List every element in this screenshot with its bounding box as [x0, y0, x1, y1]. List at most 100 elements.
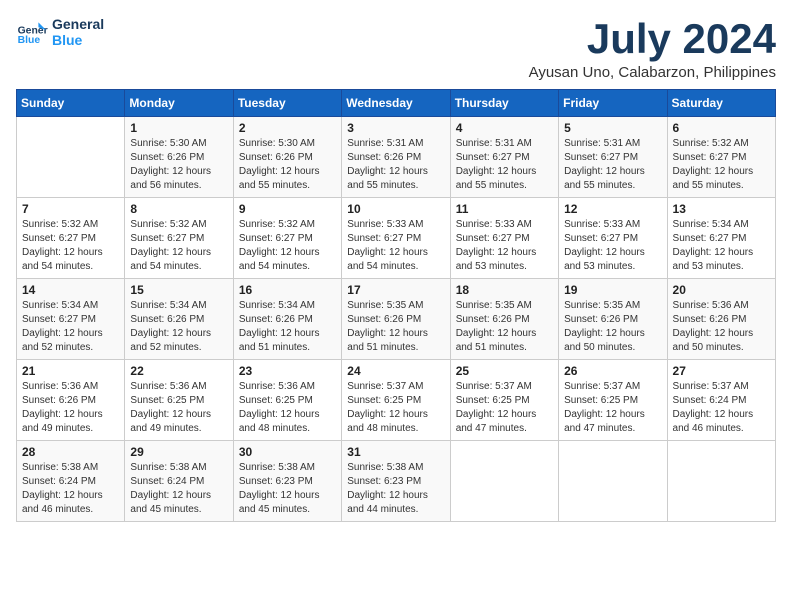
- day-info: Sunrise: 5:36 AM Sunset: 6:26 PM Dayligh…: [673, 299, 770, 355]
- day-info: Sunrise: 5:35 AM Sunset: 6:26 PM Dayligh…: [564, 299, 661, 355]
- day-info: Sunrise: 5:37 AM Sunset: 6:25 PM Dayligh…: [456, 380, 553, 436]
- week-row-2: 7 Sunrise: 5:32 AM Sunset: 6:27 PM Daylig…: [17, 198, 776, 279]
- day-info: Sunrise: 5:32 AM Sunset: 6:27 PM Dayligh…: [130, 218, 227, 274]
- day-number: 9: [239, 202, 336, 216]
- day-number: 28: [22, 445, 119, 459]
- day-cell: 15 Sunrise: 5:34 AM Sunset: 6:26 PM Dayli…: [125, 279, 233, 360]
- day-number: 8: [130, 202, 227, 216]
- month-title: July 2024: [529, 16, 776, 62]
- day-cell: 30 Sunrise: 5:38 AM Sunset: 6:23 PM Dayli…: [233, 441, 341, 522]
- day-number: 30: [239, 445, 336, 459]
- logo-blue: Blue: [52, 32, 104, 48]
- day-info: Sunrise: 5:31 AM Sunset: 6:27 PM Dayligh…: [564, 137, 661, 193]
- day-number: 3: [347, 121, 444, 135]
- day-info: Sunrise: 5:32 AM Sunset: 6:27 PM Dayligh…: [673, 137, 770, 193]
- day-cell: [559, 441, 667, 522]
- logo-icon: General Blue: [16, 16, 48, 48]
- header-tuesday: Tuesday: [233, 90, 341, 117]
- day-info: Sunrise: 5:38 AM Sunset: 6:23 PM Dayligh…: [239, 461, 336, 517]
- day-cell: 16Sunrise: 5:34 AM Sunset: 6:26 PM Dayli…: [233, 279, 341, 360]
- day-number: 1: [130, 121, 227, 135]
- day-cell: 25Sunrise: 5:37 AM Sunset: 6:25 PM Dayli…: [450, 360, 558, 441]
- header-wednesday: Wednesday: [342, 90, 450, 117]
- day-number: 23: [239, 364, 336, 378]
- day-cell: 11 Sunrise: 5:33 AM Sunset: 6:27 PM Dayli…: [450, 198, 558, 279]
- day-number: 7: [22, 202, 119, 216]
- day-cell: 28 Sunrise: 5:38 AM Sunset: 6:24 PM Dayli…: [17, 441, 125, 522]
- day-info: Sunrise: 5:36 AM Sunset: 6:25 PM Dayligh…: [130, 380, 227, 436]
- day-info: Sunrise: 5:37 AM Sunset: 6:24 PM Dayligh…: [673, 380, 770, 436]
- day-cell: 22 Sunrise: 5:36 AM Sunset: 6:25 PM Dayli…: [125, 360, 233, 441]
- header-friday: Friday: [559, 90, 667, 117]
- day-cell: 2 Sunrise: 5:30 AM Sunset: 6:26 PM Daylig…: [233, 117, 341, 198]
- day-number: 21: [22, 364, 119, 378]
- day-cell: 17Sunrise: 5:35 AM Sunset: 6:26 PM Dayli…: [342, 279, 450, 360]
- day-cell: 31Sunrise: 5:38 AM Sunset: 6:23 PM Dayli…: [342, 441, 450, 522]
- day-number: 29: [130, 445, 227, 459]
- day-cell: [17, 117, 125, 198]
- day-number: 2: [239, 121, 336, 135]
- day-info: Sunrise: 5:34 AM Sunset: 6:26 PM Dayligh…: [130, 299, 227, 355]
- day-info: Sunrise: 5:31 AM Sunset: 6:26 PM Dayligh…: [347, 137, 444, 193]
- day-number: 13: [673, 202, 770, 216]
- day-number: 22: [130, 364, 227, 378]
- day-info: Sunrise: 5:33 AM Sunset: 6:27 PM Dayligh…: [347, 218, 444, 274]
- day-cell: 24 Sunrise: 5:37 AM Sunset: 6:25 PM Dayli…: [342, 360, 450, 441]
- title-block: July 2024 Ayusan Uno, Calabarzon, Philip…: [529, 16, 776, 81]
- day-info: Sunrise: 5:38 AM Sunset: 6:24 PM Dayligh…: [22, 461, 119, 517]
- day-info: Sunrise: 5:34 AM Sunset: 6:26 PM Dayligh…: [239, 299, 336, 355]
- day-info: Sunrise: 5:36 AM Sunset: 6:26 PM Dayligh…: [22, 380, 119, 436]
- day-cell: 4 Sunrise: 5:31 AM Sunset: 6:27 PM Daylig…: [450, 117, 558, 198]
- day-number: 4: [456, 121, 553, 135]
- day-cell: 6Sunrise: 5:32 AM Sunset: 6:27 PM Daylig…: [667, 117, 775, 198]
- day-cell: [450, 441, 558, 522]
- logo-general: General: [52, 16, 104, 32]
- day-cell: 14Sunrise: 5:34 AM Sunset: 6:27 PM Dayli…: [17, 279, 125, 360]
- week-row-5: 28 Sunrise: 5:38 AM Sunset: 6:24 PM Dayli…: [17, 441, 776, 522]
- day-number: 26: [564, 364, 661, 378]
- day-cell: 20 Sunrise: 5:36 AM Sunset: 6:26 PM Dayli…: [667, 279, 775, 360]
- day-number: 11: [456, 202, 553, 216]
- day-info: Sunrise: 5:30 AM Sunset: 6:26 PM Dayligh…: [130, 137, 227, 193]
- day-info: Sunrise: 5:38 AM Sunset: 6:23 PM Dayligh…: [347, 461, 444, 517]
- day-number: 10: [347, 202, 444, 216]
- day-info: Sunrise: 5:31 AM Sunset: 6:27 PM Dayligh…: [456, 137, 553, 193]
- day-number: 5: [564, 121, 661, 135]
- day-number: 24: [347, 364, 444, 378]
- day-cell: 3 Sunrise: 5:31 AM Sunset: 6:26 PM Daylig…: [342, 117, 450, 198]
- location-text: Ayusan Uno, Calabarzon, Philippines: [529, 64, 776, 81]
- day-cell: 19 Sunrise: 5:35 AM Sunset: 6:26 PM Dayli…: [559, 279, 667, 360]
- day-number: 19: [564, 283, 661, 297]
- day-info: Sunrise: 5:33 AM Sunset: 6:27 PM Dayligh…: [456, 218, 553, 274]
- day-number: 15: [130, 283, 227, 297]
- day-info: Sunrise: 5:35 AM Sunset: 6:26 PM Dayligh…: [456, 299, 553, 355]
- day-cell: 8 Sunrise: 5:32 AM Sunset: 6:27 PM Daylig…: [125, 198, 233, 279]
- day-cell: 1 Sunrise: 5:30 AM Sunset: 6:26 PM Daylig…: [125, 117, 233, 198]
- day-cell: 29 Sunrise: 5:38 AM Sunset: 6:24 PM Dayli…: [125, 441, 233, 522]
- day-info: Sunrise: 5:37 AM Sunset: 6:25 PM Dayligh…: [564, 380, 661, 436]
- week-row-3: 14Sunrise: 5:34 AM Sunset: 6:27 PM Dayli…: [17, 279, 776, 360]
- day-number: 17: [347, 283, 444, 297]
- day-cell: 10 Sunrise: 5:33 AM Sunset: 6:27 PM Dayli…: [342, 198, 450, 279]
- day-cell: 7Sunrise: 5:32 AM Sunset: 6:27 PM Daylig…: [17, 198, 125, 279]
- header-monday: Monday: [125, 90, 233, 117]
- day-cell: 9Sunrise: 5:32 AM Sunset: 6:27 PM Daylig…: [233, 198, 341, 279]
- page-header: General Blue General Blue July 2024 Ayus…: [16, 16, 776, 81]
- day-info: Sunrise: 5:38 AM Sunset: 6:24 PM Dayligh…: [130, 461, 227, 517]
- header-sunday: Sunday: [17, 90, 125, 117]
- day-cell: 12Sunrise: 5:33 AM Sunset: 6:27 PM Dayli…: [559, 198, 667, 279]
- day-cell: [667, 441, 775, 522]
- calendar-header-row: SundayMondayTuesdayWednesdayThursdayFrid…: [17, 90, 776, 117]
- day-info: Sunrise: 5:30 AM Sunset: 6:26 PM Dayligh…: [239, 137, 336, 193]
- header-thursday: Thursday: [450, 90, 558, 117]
- day-info: Sunrise: 5:37 AM Sunset: 6:25 PM Dayligh…: [347, 380, 444, 436]
- day-number: 20: [673, 283, 770, 297]
- svg-text:Blue: Blue: [18, 35, 41, 46]
- logo: General Blue General Blue: [16, 16, 104, 48]
- header-saturday: Saturday: [667, 90, 775, 117]
- day-info: Sunrise: 5:33 AM Sunset: 6:27 PM Dayligh…: [564, 218, 661, 274]
- day-cell: 23 Sunrise: 5:36 AM Sunset: 6:25 PM Dayli…: [233, 360, 341, 441]
- day-info: Sunrise: 5:36 AM Sunset: 6:25 PM Dayligh…: [239, 380, 336, 436]
- week-row-4: 21 Sunrise: 5:36 AM Sunset: 6:26 PM Dayli…: [17, 360, 776, 441]
- week-row-1: 1 Sunrise: 5:30 AM Sunset: 6:26 PM Daylig…: [17, 117, 776, 198]
